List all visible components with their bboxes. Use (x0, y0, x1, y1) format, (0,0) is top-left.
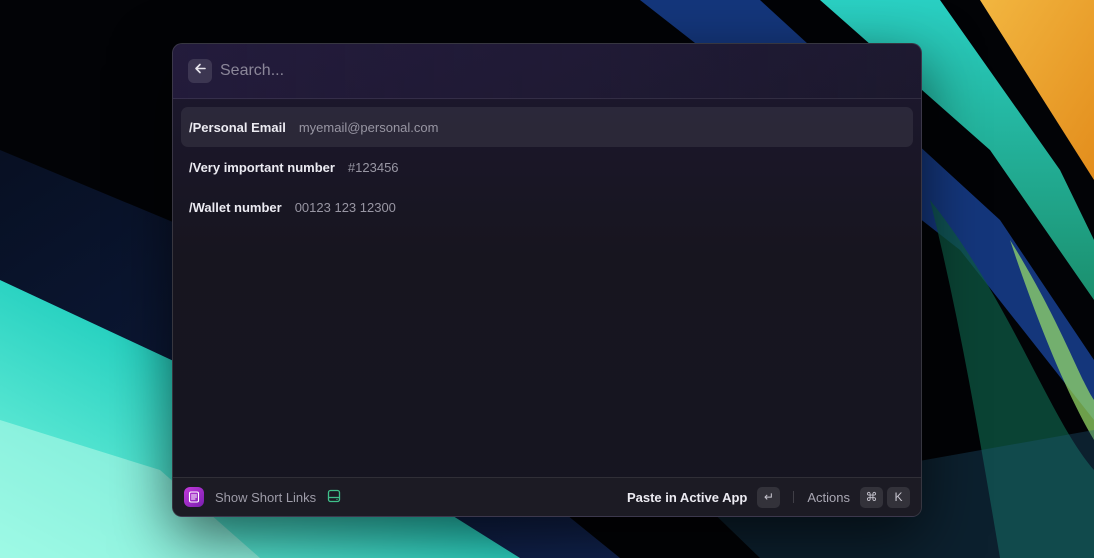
item-title: /Wallet number (189, 199, 282, 215)
list-item[interactable]: /Wallet number 00123 123 12300 (181, 187, 913, 227)
k-key-hint: K (887, 486, 910, 508)
paste-action-button[interactable]: Paste in Active App (627, 490, 747, 505)
divider (793, 491, 795, 503)
footer-app-label[interactable]: Show Short Links (215, 490, 316, 505)
snippets-window: /Personal Email myemail@personal.com /Ve… (172, 43, 922, 517)
arrow-left-icon (194, 62, 207, 80)
item-title: /Personal Email (189, 119, 286, 135)
search-bar (173, 44, 921, 99)
snippet-list: /Personal Email myemail@personal.com /Ve… (173, 99, 921, 235)
action-bar: Show Short Links Paste in Active App ↵ A… (173, 477, 921, 516)
list-item[interactable]: /Personal Email myemail@personal.com (181, 107, 913, 147)
item-value: #123456 (347, 159, 399, 175)
search-input[interactable] (220, 62, 906, 80)
snippets-icon[interactable] (184, 487, 204, 507)
command-key-hint: ⌘ (860, 486, 883, 508)
list-item[interactable]: /Very important number #123456 (181, 147, 913, 187)
item-value: 00123 123 12300 (294, 199, 396, 215)
enter-key-hint: ↵ (757, 486, 781, 508)
back-button[interactable] (188, 59, 212, 83)
item-title: /Very important number (189, 159, 335, 175)
hard-drive-icon[interactable] (327, 489, 341, 506)
item-value: myemail@personal.com (298, 119, 439, 135)
actions-button[interactable]: Actions (807, 490, 850, 505)
